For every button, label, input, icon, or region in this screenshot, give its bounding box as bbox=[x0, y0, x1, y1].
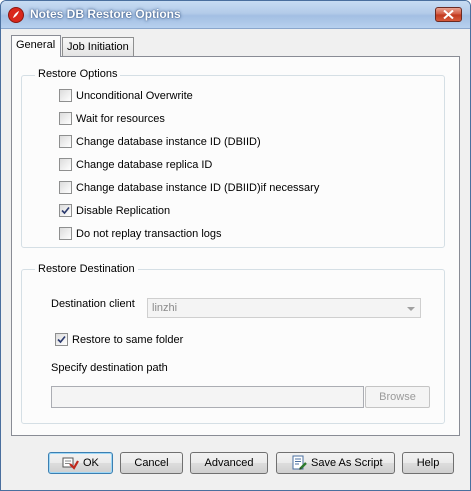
checkmark-icon bbox=[57, 335, 66, 344]
chevron-down-icon bbox=[407, 307, 415, 311]
dialog-window: Notes DB Restore Options General Job Ini… bbox=[0, 0, 471, 491]
change-replica-id-checkbox[interactable] bbox=[59, 158, 72, 171]
tab-job-initiation-label: Job Initiation bbox=[67, 41, 129, 53]
close-button[interactable] bbox=[435, 7, 462, 22]
advanced-button[interactable]: Advanced bbox=[190, 452, 268, 474]
wait-for-resources-label: Wait for resources bbox=[76, 113, 165, 125]
change-dbiid-label: Change database instance ID (DBIID) bbox=[76, 136, 261, 148]
change-replica-id-label: Change database replica ID bbox=[76, 159, 213, 171]
disable-replication-label: Disable Replication bbox=[76, 205, 171, 217]
tab-general-label: General bbox=[16, 39, 56, 51]
unconditional-overwrite-checkbox[interactable] bbox=[59, 89, 72, 102]
wait-for-resources-checkbox[interactable] bbox=[59, 112, 72, 125]
cancel-button[interactable]: Cancel bbox=[120, 452, 183, 474]
destination-path-input[interactable] bbox=[51, 386, 364, 408]
restore-same-folder-label: Restore to same folder bbox=[72, 334, 184, 346]
change-dbiid-if-necessary-checkbox[interactable] bbox=[59, 181, 72, 194]
title-bar[interactable]: Notes DB Restore Options bbox=[1, 1, 470, 29]
save-as-script-button[interactable]: Save As Script bbox=[276, 452, 395, 474]
disable-replication-checkbox[interactable] bbox=[59, 204, 72, 217]
ok-button[interactable]: OK bbox=[48, 452, 113, 474]
restore-destination-heading: Restore Destination bbox=[35, 263, 138, 275]
tab-general[interactable]: General bbox=[11, 35, 61, 57]
browse-button[interactable]: Browse bbox=[365, 386, 430, 408]
script-icon bbox=[292, 455, 307, 470]
window-title: Notes DB Restore Options bbox=[30, 7, 181, 21]
destination-path-label: Specify destination path bbox=[51, 362, 168, 374]
app-icon bbox=[8, 7, 24, 23]
ok-icon bbox=[62, 457, 79, 470]
close-icon bbox=[443, 10, 454, 19]
tab-job-initiation[interactable]: Job Initiation bbox=[62, 37, 134, 56]
no-replay-logs-label: Do not replay transaction logs bbox=[76, 228, 222, 240]
help-button[interactable]: Help bbox=[402, 452, 454, 474]
save-as-script-label: Save As Script bbox=[311, 457, 383, 469]
destination-client-select[interactable]: linzhi bbox=[147, 298, 421, 318]
restore-same-folder-checkbox[interactable] bbox=[55, 333, 68, 346]
no-replay-logs-checkbox[interactable] bbox=[59, 227, 72, 240]
ok-label: OK bbox=[83, 457, 99, 469]
change-dbiid-if-necessary-label: Change database instance ID (DBIID)if ne… bbox=[76, 182, 320, 194]
change-dbiid-checkbox[interactable] bbox=[59, 135, 72, 148]
unconditional-overwrite-label: Unconditional Overwrite bbox=[76, 90, 193, 102]
destination-client-label: Destination client bbox=[51, 298, 135, 310]
destination-client-value: linzhi bbox=[152, 302, 178, 314]
restore-options-heading: Restore Options bbox=[35, 68, 121, 80]
checkmark-icon bbox=[61, 206, 70, 215]
